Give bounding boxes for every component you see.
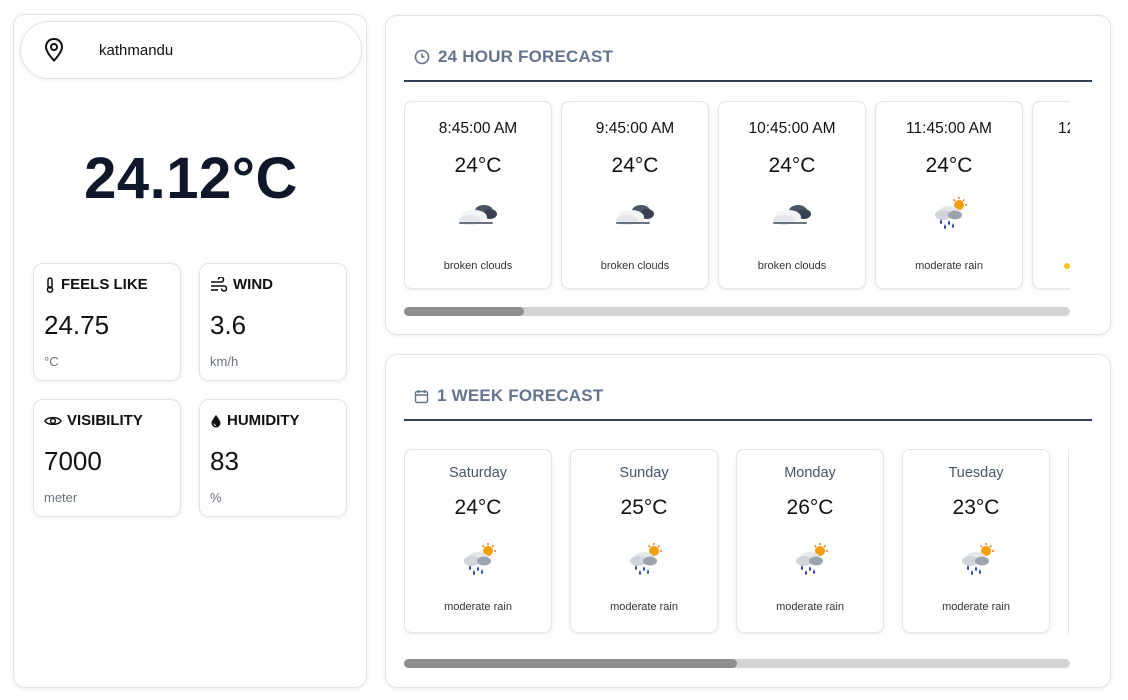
clock-icon (414, 49, 430, 65)
day-card: Tuesday 23°C moderate rain (902, 449, 1050, 633)
current-temperature: 24.12°C (84, 146, 298, 211)
day-temp: 24°C (454, 496, 502, 519)
broken-clouds-icon (772, 204, 812, 226)
calendar-icon (414, 389, 429, 403)
day-temp: 23°C (952, 496, 1000, 519)
hourly-scrollbar-thumb[interactable] (404, 307, 524, 316)
moderate-rain-icon (795, 542, 829, 576)
day-desc: moderate rain (776, 601, 844, 613)
current-weather-panel: 24.12°C FEELS LIKE 24.75 °C WIND 3.6 km/… (13, 14, 367, 688)
visibility-card: VISIBILITY 7000 meter (33, 399, 181, 517)
feels-like-value: 24.75 (44, 310, 110, 340)
hour-temp: 24°C (454, 154, 502, 177)
weekly-scrollbar[interactable] (404, 659, 1070, 668)
sun-icon (1064, 263, 1070, 269)
hourly-scroller[interactable]: 8:45:00 AM 24°C broken clouds 9:45:00 AM… (404, 101, 1070, 291)
thermometer-icon (46, 276, 54, 293)
wind-label: WIND (233, 276, 273, 293)
day-temp: 26°C (786, 496, 834, 519)
humidity-label: HUMIDITY (227, 412, 300, 429)
weekly-forecast-title: 1 WEEK FORECAST (414, 386, 603, 406)
hourly-forecast-title: 24 HOUR FORECAST (414, 47, 613, 67)
wind-card: WIND 3.6 km/h (199, 263, 347, 381)
hour-desc: broken clouds (443, 260, 513, 272)
hour-time: 12 (1058, 120, 1070, 137)
location-input[interactable] (99, 22, 339, 80)
droplet-icon (211, 414, 221, 427)
moderate-rain-icon (934, 196, 968, 230)
moderate-rain-icon (463, 542, 497, 576)
hour-card: 10:45:00 AM 24°C broken clouds (718, 101, 866, 289)
humidity-value: 83 (210, 446, 239, 476)
wind-value: 3.6 (210, 310, 247, 340)
feels-like-unit: °C (44, 354, 59, 369)
weekly-scroller[interactable]: Saturday 24°C moderate rain Sunday 25°C … (404, 449, 1070, 635)
wind-unit: km/h (210, 354, 239, 369)
weekly-divider (404, 419, 1092, 421)
hourly-divider (404, 80, 1092, 82)
day-name: Tuesday (948, 465, 1004, 481)
weekly-title-text: 1 WEEK FORECAST (437, 386, 604, 405)
hourly-scrollbar[interactable] (404, 307, 1070, 316)
hour-desc: moderate rain (915, 260, 983, 272)
visibility-label: VISIBILITY (67, 412, 143, 429)
visibility-value: 7000 (44, 446, 102, 476)
humidity-unit: % (210, 490, 222, 505)
hour-time: 10:45:00 AM (748, 120, 836, 137)
hour-desc: broken clouds (600, 260, 670, 272)
weekly-forecast-panel: 1 WEEK FORECAST Saturday 24°C moderate r… (385, 354, 1111, 688)
day-desc: moderate rain (610, 601, 678, 613)
hour-temp: 24°C (611, 154, 659, 177)
humidity-card: HUMIDITY 83 % (199, 399, 347, 517)
hour-card: 8:45:00 AM 24°C broken clouds (404, 101, 552, 289)
weekly-scrollbar-thumb[interactable] (404, 659, 737, 668)
day-desc: moderate rain (942, 601, 1010, 613)
visibility-unit: meter (44, 490, 78, 505)
day-name: Monday (784, 465, 836, 481)
hour-card: 11:45:00 AM 24°C moderate rain (875, 101, 1023, 289)
hourly-forecast-panel: 24 HOUR FORECAST 8:45:00 AM 24°C broken … (385, 15, 1111, 335)
day-card: Sunday 25°C moderate rain (570, 449, 718, 633)
next-card-edge (1068, 449, 1069, 635)
feels-like-card: FEELS LIKE 24.75 °C (33, 263, 181, 381)
day-name: Saturday (448, 465, 508, 481)
day-desc: moderate rain (444, 601, 512, 613)
eye-icon (44, 416, 62, 425)
location-search[interactable] (20, 21, 362, 80)
hour-desc: broken clouds (757, 260, 827, 272)
hour-time: 11:45:00 AM (906, 120, 992, 137)
day-temp: 25°C (620, 496, 668, 519)
broken-clouds-icon (615, 204, 655, 226)
broken-clouds-icon (458, 204, 498, 226)
location-pin-icon (44, 37, 64, 62)
moderate-rain-icon (629, 542, 663, 576)
wind-icon (211, 276, 228, 292)
day-card: Saturday 24°C moderate rain (404, 449, 552, 633)
hour-time: 8:45:00 AM (438, 120, 518, 137)
day-name: Sunday (619, 465, 669, 481)
feels-like-label: FEELS LIKE (61, 276, 148, 293)
hour-card: 9:45:00 AM 24°C broken clouds (561, 101, 709, 289)
hour-time: 9:45:00 AM (595, 120, 675, 137)
day-card: Monday 26°C moderate rain (736, 449, 884, 633)
hour-temp: 24°C (768, 154, 816, 177)
moderate-rain-icon (961, 542, 995, 576)
hour-card: 12 (1032, 101, 1070, 289)
hour-temp: 24°C (925, 154, 973, 177)
hourly-title-text: 24 HOUR FORECAST (438, 47, 614, 66)
